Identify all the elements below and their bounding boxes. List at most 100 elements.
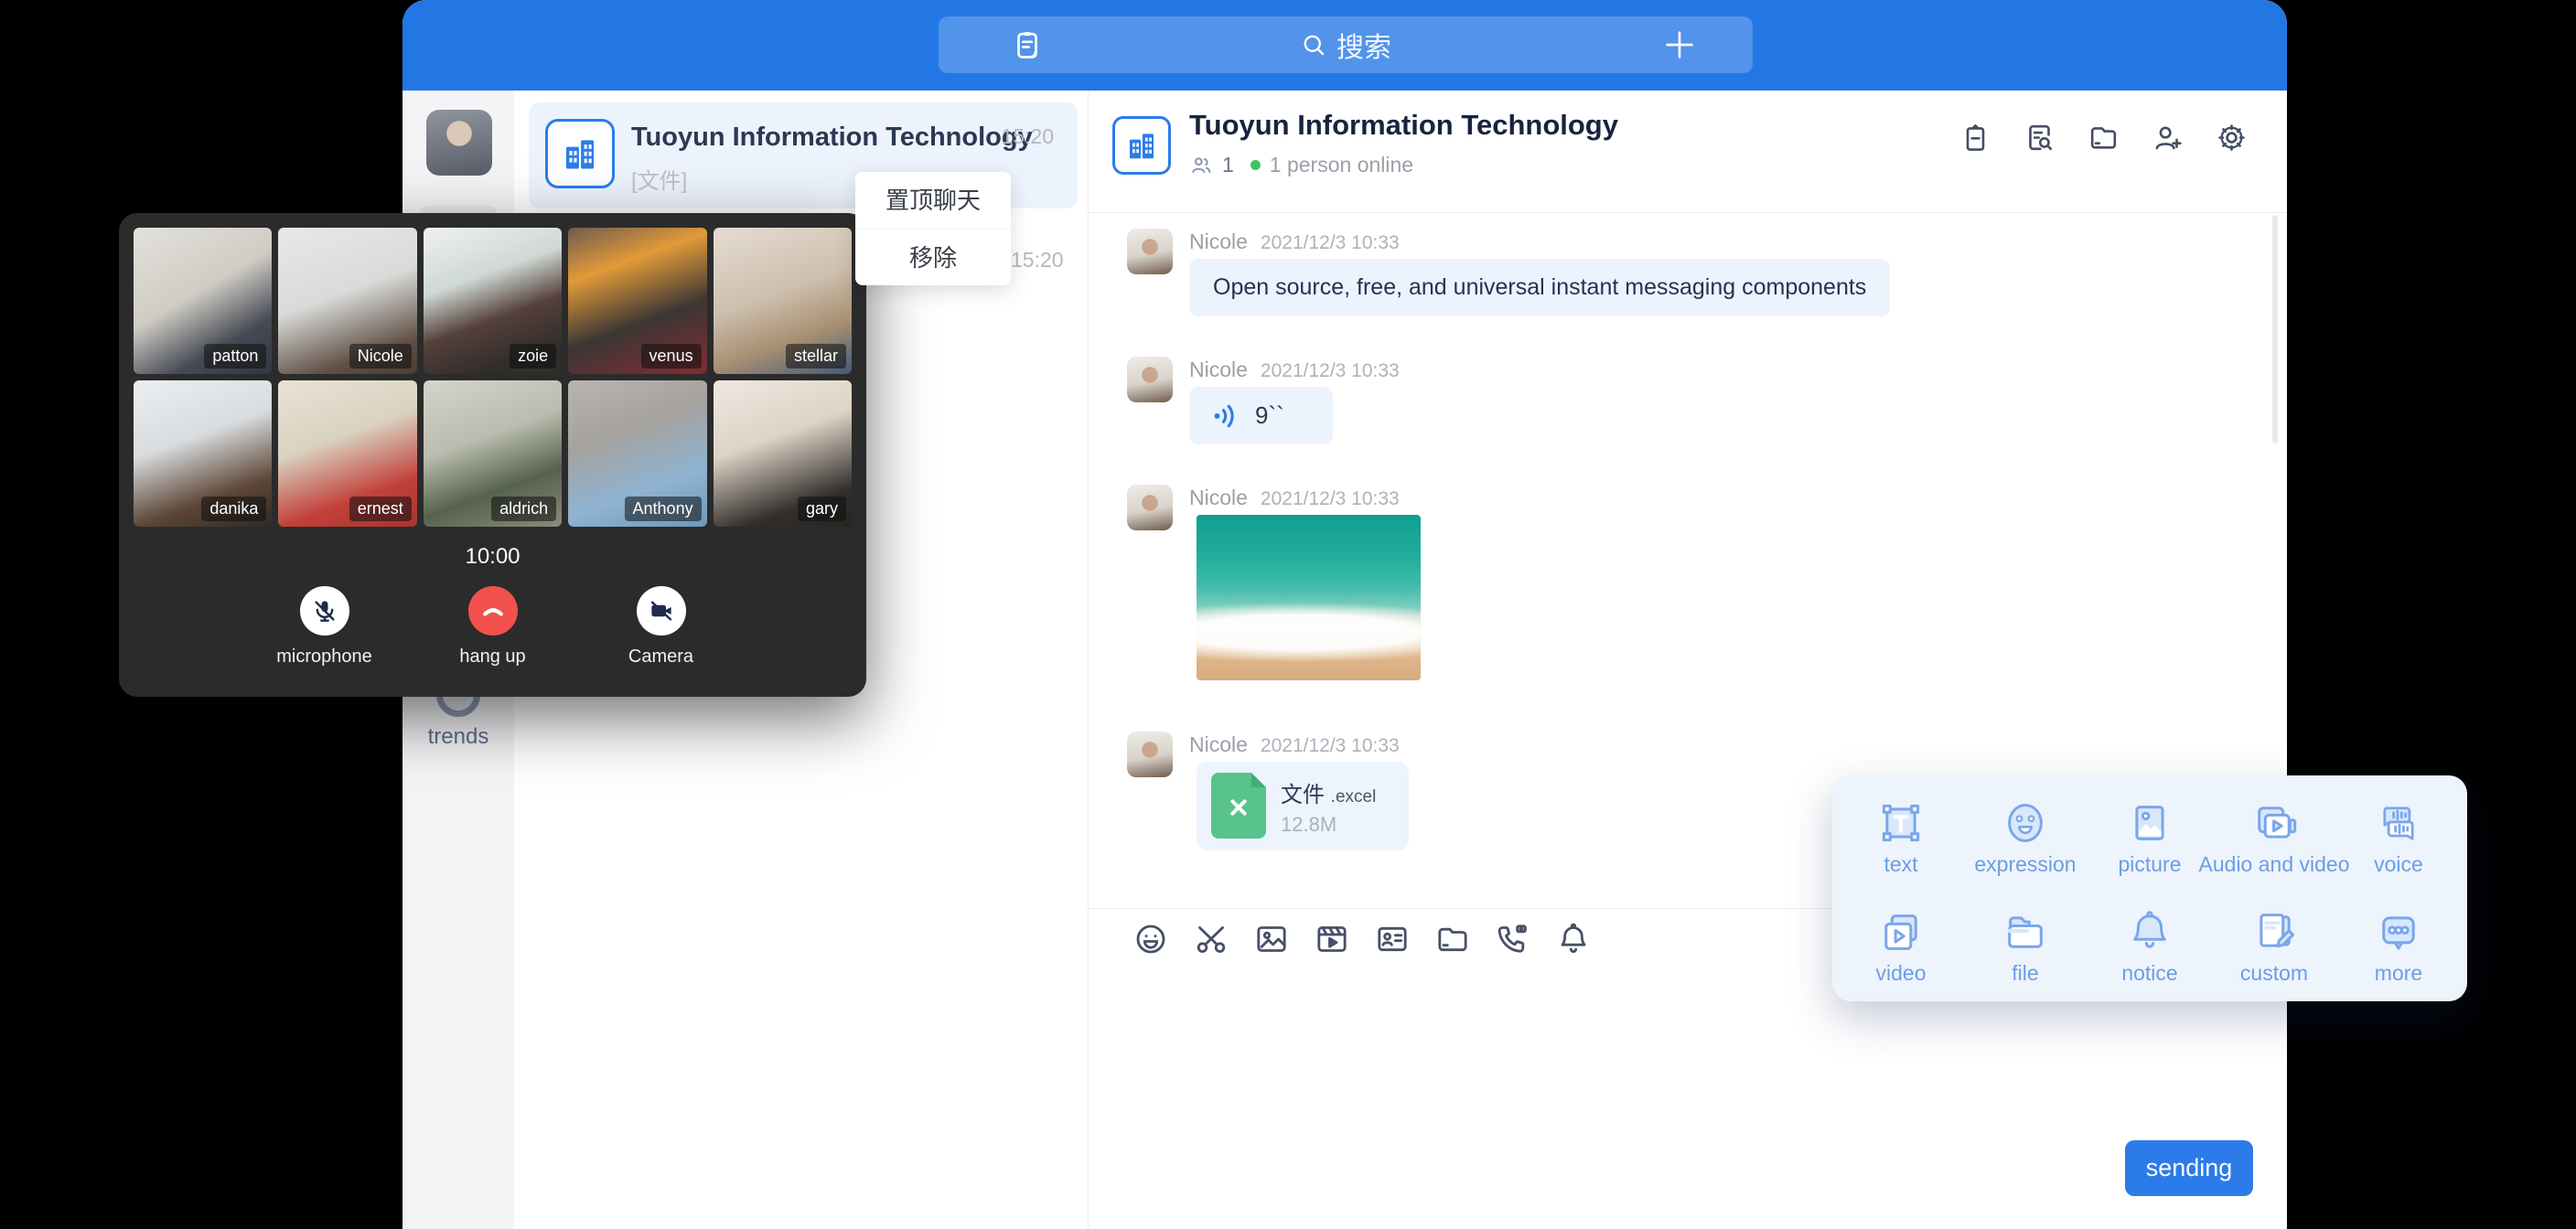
chat-panel: Tuoyun Information Technology 1 1 person… xyxy=(1089,91,2287,1229)
mic-off-icon xyxy=(311,597,338,625)
participant-tile: danika xyxy=(134,380,272,527)
online-dot xyxy=(1250,160,1261,170)
plus-icon[interactable] xyxy=(1661,27,1698,63)
conversation-time: 15:20 xyxy=(1011,248,1064,273)
settings-icon[interactable] xyxy=(2215,121,2249,155)
hangup-label: hang up xyxy=(459,647,525,668)
search-bar[interactable]: 搜索 xyxy=(939,16,1753,73)
popup-item-audio-video[interactable]: Audio and video xyxy=(2212,799,2336,893)
clipboard-icon[interactable] xyxy=(1010,27,1045,62)
menu-item-remove[interactable]: 移除 xyxy=(855,229,1011,285)
contact-card-icon[interactable] xyxy=(1374,921,1411,957)
popup-item-label: notice xyxy=(2121,961,2177,986)
menu-item-pin-chat[interactable]: 置顶聊天 xyxy=(855,172,1011,229)
call-controls: microphone hang up Camer xyxy=(119,586,866,668)
voice-wave-icon xyxy=(1211,401,1242,432)
popup-item-more[interactable]: more xyxy=(2336,908,2461,1002)
popup-item-label: file xyxy=(2012,961,2038,986)
popup-item-label: text xyxy=(1884,852,1917,877)
group-file-icon[interactable] xyxy=(2087,121,2120,155)
folder-icon[interactable] xyxy=(1434,921,1471,957)
participant-tile: venus xyxy=(568,228,706,374)
conversation-context-menu: 置顶聊天 移除 xyxy=(855,172,1011,285)
message-time: 2021/12/3 10:33 xyxy=(1261,360,1400,381)
building-icon xyxy=(560,134,600,174)
popup-item-expression[interactable]: expression xyxy=(1963,799,2088,893)
message-meta: Nicole2021/12/3 10:33 xyxy=(1189,486,1400,510)
file-upload-icon xyxy=(2002,908,2049,956)
notification-icon[interactable] xyxy=(1555,921,1592,957)
voice-message[interactable]: 9`` xyxy=(1189,387,1333,444)
image-icon[interactable] xyxy=(1253,921,1290,957)
participant-name: gary xyxy=(798,497,846,521)
sender-name: Nicole xyxy=(1189,230,1248,253)
composer-popup: text expression picture xyxy=(1832,775,2467,1001)
sender-avatar[interactable] xyxy=(1127,732,1173,777)
video-call-panel: patton Nicole zoie venus stellar danika … xyxy=(119,213,866,697)
screenshot-icon[interactable] xyxy=(1193,921,1229,957)
video-call-icon[interactable] xyxy=(1495,921,1531,957)
search-field[interactable]: 搜索 xyxy=(1300,25,1391,65)
message-time: 2021/12/3 10:33 xyxy=(1261,488,1400,509)
popup-item-label: Audio and video xyxy=(2199,852,2350,877)
participant-name: Nicole xyxy=(349,344,412,369)
sender-name: Nicole xyxy=(1189,732,1248,756)
voice-duration: 9`` xyxy=(1255,401,1284,430)
message-input-area[interactable]: sending xyxy=(1089,969,2287,1229)
participant-name: Anthony xyxy=(625,497,702,521)
scrollbar[interactable] xyxy=(2272,215,2278,444)
text-message[interactable]: Open source, free, and universal instant… xyxy=(1189,259,1890,316)
image-message[interactable] xyxy=(1197,515,1421,680)
notice-icon xyxy=(2126,908,2174,956)
microphone-button[interactable] xyxy=(300,586,349,636)
participant-grid: patton Nicole zoie venus stellar danika … xyxy=(134,228,852,527)
message-time: 2021/12/3 10:33 xyxy=(1261,735,1400,756)
chat-subtitle: 1 1 person online xyxy=(1189,153,1413,177)
popup-item-video[interactable]: video xyxy=(1839,908,1963,1002)
send-button[interactable]: sending xyxy=(2125,1140,2253,1196)
sender-avatar[interactable] xyxy=(1127,229,1173,274)
popup-item-custom[interactable]: custom xyxy=(2212,908,2336,1002)
camera-button[interactable] xyxy=(637,586,686,636)
popup-item-voice[interactable]: voice xyxy=(2336,799,2461,893)
conversation-time: 15:20 xyxy=(1001,124,1054,149)
popup-item-label: voice xyxy=(2374,852,2423,877)
participant-name: stellar xyxy=(786,344,846,369)
video-icon[interactable] xyxy=(1314,921,1350,957)
microphone-control: microphone xyxy=(270,586,380,668)
popup-item-notice[interactable]: notice xyxy=(2088,908,2212,1002)
top-bar: 搜索 xyxy=(402,0,2287,91)
popup-item-label: video xyxy=(1876,961,1927,986)
camera-label: Camera xyxy=(628,647,693,668)
camera-off-icon xyxy=(648,597,675,625)
popup-item-label: custom xyxy=(2240,961,2308,986)
emoji-icon[interactable] xyxy=(1132,921,1169,957)
message-meta: Nicole2021/12/3 10:33 xyxy=(1189,358,1400,382)
participant-tile: gary xyxy=(714,380,852,527)
sender-avatar[interactable] xyxy=(1127,485,1173,530)
participant-tile: zoie xyxy=(424,228,562,374)
conversation-preview: [文件] xyxy=(631,163,687,195)
my-avatar[interactable] xyxy=(426,110,492,176)
popup-item-label: expression xyxy=(1974,852,2076,877)
add-member-icon[interactable] xyxy=(2151,121,2184,155)
message-time: 2021/12/3 10:33 xyxy=(1261,232,1400,253)
excel-file-icon xyxy=(1211,773,1266,839)
camera-control: Camera xyxy=(606,586,716,668)
popup-item-file[interactable]: file xyxy=(1963,908,2088,1002)
hangup-button[interactable] xyxy=(468,586,518,636)
sender-avatar[interactable] xyxy=(1127,357,1173,402)
microphone-label: microphone xyxy=(276,647,372,668)
audio-video-icon xyxy=(2250,799,2298,847)
chat-header-actions xyxy=(1959,121,2249,155)
file-message[interactable]: 文件 .excel 12.8M xyxy=(1197,762,1409,850)
group-notice-icon[interactable] xyxy=(1959,121,1992,155)
chat-history-icon[interactable] xyxy=(2023,121,2056,155)
search-icon xyxy=(1300,31,1327,59)
popup-item-label: picture xyxy=(2118,852,2181,877)
screen: 搜索 trends xyxy=(0,0,2576,1229)
participant-tile: Anthony xyxy=(568,380,706,527)
popup-item-text[interactable]: text xyxy=(1839,799,1963,893)
popup-item-picture[interactable]: picture xyxy=(2088,799,2212,893)
group-avatar[interactable] xyxy=(1112,116,1171,175)
